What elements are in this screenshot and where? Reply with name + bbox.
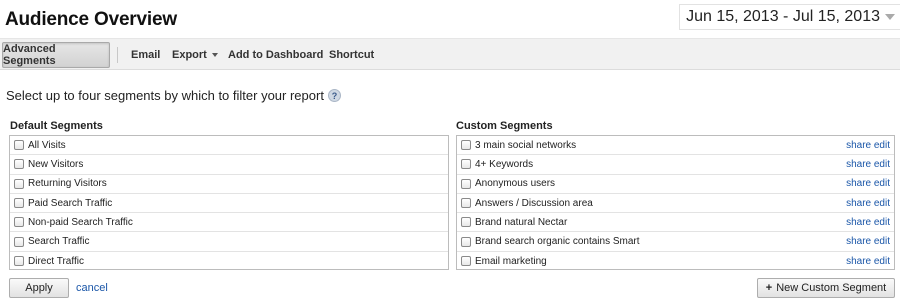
segment-label: Non-paid Search Traffic (28, 216, 133, 228)
segment-label: Brand natural Nectar (475, 216, 568, 228)
row-actions: share edit (846, 159, 890, 170)
custom-segment-row[interactable]: Anonymous users share edit (457, 175, 894, 194)
segment-checkbox[interactable] (461, 217, 471, 228)
default-segments-title: Default Segments (10, 120, 103, 132)
custom-segment-row[interactable]: 3 main social networks share edit (457, 136, 894, 156)
segment-row[interactable]: Paid Search Traffic (10, 194, 448, 214)
share-link[interactable]: share (846, 159, 871, 170)
report-toolbar: Advanced Segments Email Export Add to Da… (0, 38, 900, 70)
segment-label: New Visitors (28, 158, 84, 170)
custom-segment-row[interactable]: Answers / Discussion area share edit (457, 194, 894, 214)
apply-button[interactable]: Apply (9, 278, 69, 298)
export-button[interactable]: Export (172, 42, 218, 68)
segment-checkbox[interactable] (461, 178, 471, 189)
segment-row[interactable]: Direct Traffic (10, 252, 448, 269)
segment-checkbox[interactable] (461, 140, 471, 151)
custom-segment-row[interactable]: Brand natural Nectar share edit (457, 213, 894, 233)
segment-label: Brand search organic contains Smart (475, 236, 640, 248)
instruction-text: Select up to four segments by which to f… (6, 88, 324, 103)
date-range-label: Jun 15, 2013 - Jul 15, 2013 (686, 8, 880, 25)
row-actions: share edit (846, 217, 890, 228)
advanced-segments-button[interactable]: Advanced Segments (2, 42, 110, 68)
segment-label: Paid Search Traffic (28, 197, 113, 209)
row-actions: share edit (846, 178, 890, 189)
custom-segment-row[interactable]: Brand search organic contains Smart share… (457, 232, 894, 252)
segment-checkbox[interactable] (14, 178, 24, 189)
segment-label: All Visits (28, 139, 66, 151)
share-link[interactable]: share (846, 236, 871, 247)
segment-row[interactable]: Search Traffic (10, 232, 448, 252)
share-link[interactable]: share (846, 178, 871, 189)
edit-link[interactable]: edit (874, 198, 890, 209)
new-custom-segment-button[interactable]: + New Custom Segment (757, 278, 895, 298)
custom-segment-row[interactable]: 4+ Keywords share edit (457, 155, 894, 175)
row-actions: share edit (846, 236, 890, 247)
segment-checkbox[interactable] (14, 159, 24, 170)
segment-row[interactable]: Returning Visitors (10, 175, 448, 194)
segment-label: Anonymous users (475, 178, 556, 190)
segment-label: Answers / Discussion area (475, 197, 593, 209)
share-link[interactable]: share (846, 198, 871, 209)
share-link[interactable]: share (846, 217, 871, 228)
segment-instructions: Select up to four segments by which to f… (6, 88, 341, 103)
edit-link[interactable]: edit (874, 159, 890, 170)
custom-segment-row[interactable]: Email marketing share edit (457, 252, 894, 269)
shortcut-button[interactable]: Shortcut (329, 42, 374, 68)
edit-link[interactable]: edit (874, 140, 890, 151)
chevron-down-icon[interactable] (880, 5, 900, 29)
segment-checkbox[interactable] (14, 140, 24, 151)
segment-row[interactable]: New Visitors (10, 155, 448, 175)
segment-label: Search Traffic (28, 236, 90, 248)
custom-segments-title: Custom Segments (456, 120, 553, 132)
segment-row[interactable]: Non-paid Search Traffic (10, 213, 448, 233)
segment-checkbox[interactable] (461, 256, 471, 267)
toolbar-divider (117, 47, 118, 63)
date-range-picker[interactable]: Jun 15, 2013 - Jul 15, 2013 (679, 4, 900, 30)
edit-link[interactable]: edit (874, 217, 890, 228)
cancel-link[interactable]: cancel (76, 282, 108, 294)
share-link[interactable]: share (846, 256, 871, 267)
segment-label: 3 main social networks (475, 139, 577, 151)
new-custom-segment-label: New Custom Segment (776, 282, 887, 294)
row-actions: share edit (846, 140, 890, 151)
dropdown-caret-icon (211, 53, 218, 57)
email-button[interactable]: Email (131, 42, 160, 68)
segment-checkbox[interactable] (14, 236, 24, 247)
segment-checkbox[interactable] (14, 198, 24, 209)
segment-checkbox[interactable] (14, 217, 24, 228)
edit-link[interactable]: edit (874, 236, 890, 247)
export-label: Export (172, 49, 207, 61)
report-header: Audience Overview Jun 15, 2013 - Jul 15,… (0, 0, 900, 38)
row-actions: share edit (846, 256, 890, 267)
segment-label: 4+ Keywords (475, 158, 534, 170)
row-actions: share edit (846, 198, 890, 209)
default-segments-list: All Visits New Visitors Returning Visito… (9, 135, 449, 270)
share-link[interactable]: share (846, 140, 871, 151)
segment-row[interactable]: All Visits (10, 136, 448, 156)
add-to-dashboard-button[interactable]: Add to Dashboard (228, 42, 323, 68)
segment-checkbox[interactable] (461, 236, 471, 247)
plus-icon: + (765, 282, 773, 294)
custom-segments-list: 3 main social networks share edit 4+ Keyw… (456, 135, 895, 270)
edit-link[interactable]: edit (874, 178, 890, 189)
segment-label: Email marketing (475, 255, 547, 267)
segment-checkbox[interactable] (461, 198, 471, 209)
edit-link[interactable]: edit (874, 256, 890, 267)
help-icon[interactable]: ? (327, 89, 341, 102)
segment-label: Returning Visitors (28, 178, 107, 190)
segment-checkbox[interactable] (461, 159, 471, 170)
page-title: Audience Overview (5, 9, 177, 30)
segment-checkbox[interactable] (14, 256, 24, 267)
segment-label: Direct Traffic (28, 255, 84, 267)
